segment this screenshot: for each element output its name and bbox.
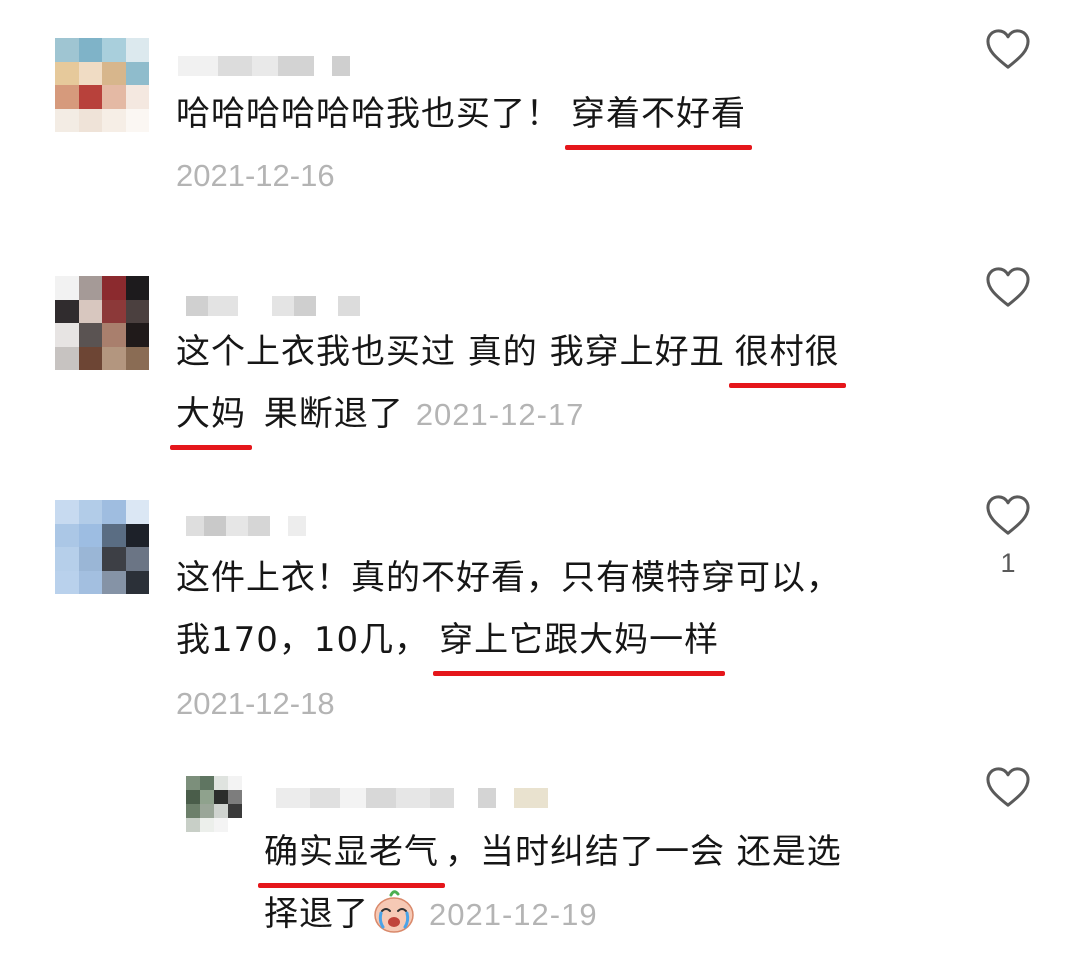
avatar[interactable] (186, 776, 242, 832)
like-button[interactable] (982, 766, 1034, 808)
reply-text-line-1: 确实显老气 ，当时纠结了一会 还是选 (258, 822, 842, 888)
reply-item: 确实显老气 ，当时纠结了一会 还是选 择退了 2021-12-19 (0, 0, 1080, 958)
heart-outline-icon (986, 767, 1030, 807)
username-blurred[interactable] (276, 768, 548, 808)
reply-text-line-2: 择退了 2021-12-19 (264, 884, 598, 945)
highlighted-phrase: 确实显老气 (258, 822, 445, 888)
reply-timestamp: 2021-12-19 (429, 897, 598, 932)
crying-face-emoji (374, 890, 414, 933)
